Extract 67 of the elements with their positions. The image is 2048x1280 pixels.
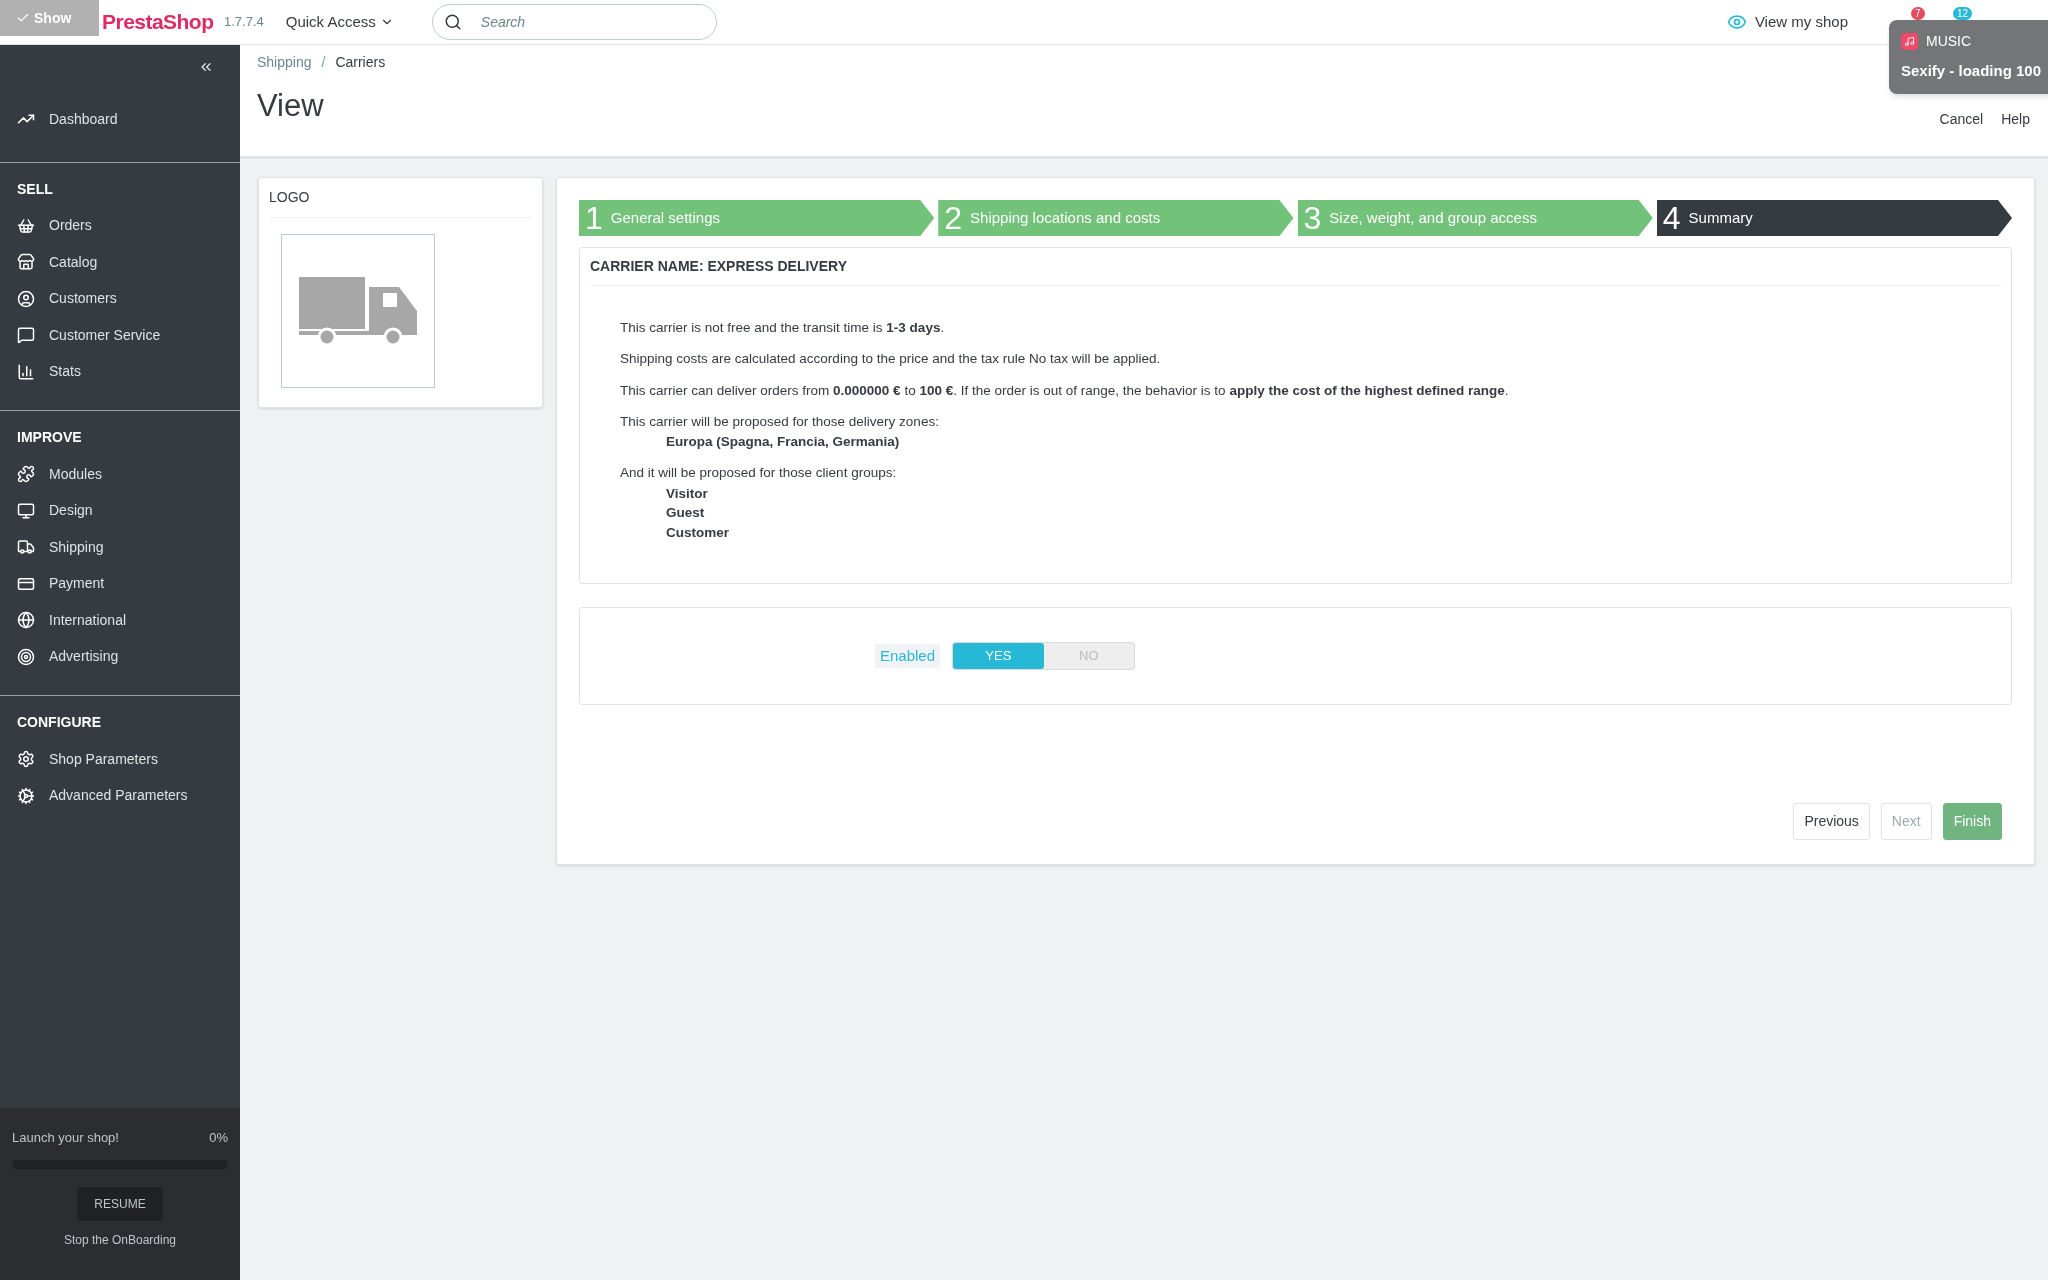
sidebar-item[interactable]: Modules xyxy=(0,456,240,493)
menu-icon xyxy=(17,362,35,381)
sidebar-item[interactable]: Advanced Parameters xyxy=(0,777,240,814)
sidebar-item[interactable]: Shipping xyxy=(0,529,240,566)
sidebar-item[interactable]: Customer Service xyxy=(0,317,240,354)
section-title: SELL xyxy=(16,179,54,199)
menu-icon xyxy=(17,611,35,630)
notification-message: Sexify - loading 100 xyxy=(1901,61,2043,81)
wizard-step[interactable]: 4 Summary xyxy=(1656,200,2012,236)
view-shop-link[interactable]: View my shop xyxy=(1754,10,1848,34)
sidebar-item[interactable]: Payment xyxy=(0,565,240,602)
menu-icon xyxy=(17,253,35,272)
sidebar-item[interactable]: Customers xyxy=(0,280,240,317)
sidebar-item[interactable]: Orders xyxy=(0,207,240,244)
menu-icon xyxy=(17,326,35,345)
menu-icon xyxy=(17,465,35,484)
music-icon xyxy=(1901,33,1918,50)
menu-icon xyxy=(17,289,35,308)
sidebar-item[interactable]: Advertising xyxy=(0,638,240,675)
panel-title: LOGO xyxy=(269,178,532,218)
breadcrumb-link[interactable]: Shipping xyxy=(257,52,312,73)
zone-name: Europa (Spagna, Francia, Germania) xyxy=(665,433,901,451)
summary-text: This carrier will be proposed for those delivery zones: xyxy=(620,412,940,431)
notification-badge: 7 xyxy=(1911,7,1925,20)
quick-access-menu[interactable]: Quick Access xyxy=(285,10,394,34)
summary-text: Shipping costs are calculated according to the price and the tax rule No tax will be applied. xyxy=(620,350,1162,369)
page-title: View xyxy=(257,87,325,125)
section-title: CONFIGURE xyxy=(16,713,102,732)
group-name: Customer xyxy=(665,523,730,542)
wizard-button[interactable]: Previous xyxy=(1793,803,1870,840)
menu-icon xyxy=(17,647,35,666)
notification-app: MUSIC xyxy=(1926,32,1972,51)
menu-icon xyxy=(17,501,35,520)
resume-button[interactable]: RESUME xyxy=(77,1186,163,1221)
search-field[interactable]: Search xyxy=(431,4,717,40)
menu-icon xyxy=(17,786,35,805)
sidebar-item[interactable]: Design xyxy=(0,492,240,529)
logo[interactable]: PrestaShop xyxy=(102,6,214,38)
group-name: Visitor xyxy=(665,484,709,503)
menu-icon xyxy=(17,750,35,769)
breadcrumb-separator: / xyxy=(321,53,326,72)
notification-badge: 12 xyxy=(1953,7,1973,20)
stop-onboarding-link[interactable]: Stop the OnBoarding xyxy=(63,1230,177,1249)
group-name: Guest xyxy=(665,504,706,522)
breadcrumb-current: Carriers xyxy=(335,53,386,72)
menu-icon xyxy=(17,538,35,557)
progress-percent: 0% xyxy=(209,1129,228,1147)
eye-icon xyxy=(1726,12,1747,32)
version-label: 1.7.7.4 xyxy=(224,13,264,32)
menu-icon xyxy=(17,216,35,235)
sidebar-item[interactable]: Shop Parameters xyxy=(0,741,240,778)
panel-title: CARRIER NAME: EXPRESS DELIVERY xyxy=(590,248,2001,286)
sidebar-item[interactable]: Catalog xyxy=(0,244,240,281)
check-icon xyxy=(16,11,30,25)
sidebar-item[interactable]: Dashboard xyxy=(0,101,240,138)
section-title: IMPROVE xyxy=(16,428,83,447)
summary-text: This carrier can deliver orders from 0.000000 € to 100 €. If the order is out of range, the behavior is to apply the cost of the highest defined range. xyxy=(620,381,1510,400)
search-icon xyxy=(443,13,462,31)
summary-text: And it will be proposed for those client groups: xyxy=(620,464,898,483)
summary-text: This carrier is not free and the transit time is 1-3 days. xyxy=(620,319,946,337)
toolbar-button[interactable]: Cancel xyxy=(1939,109,1984,130)
onboarding-label: Launch your shop! xyxy=(12,1129,119,1147)
sidebar-item[interactable]: International xyxy=(0,602,240,639)
truck-icon xyxy=(299,275,417,347)
field-label: Enabled xyxy=(875,643,941,669)
toolbar-button[interactable]: Help xyxy=(2001,109,2030,130)
sidebar-item[interactable]: Stats xyxy=(0,353,240,390)
